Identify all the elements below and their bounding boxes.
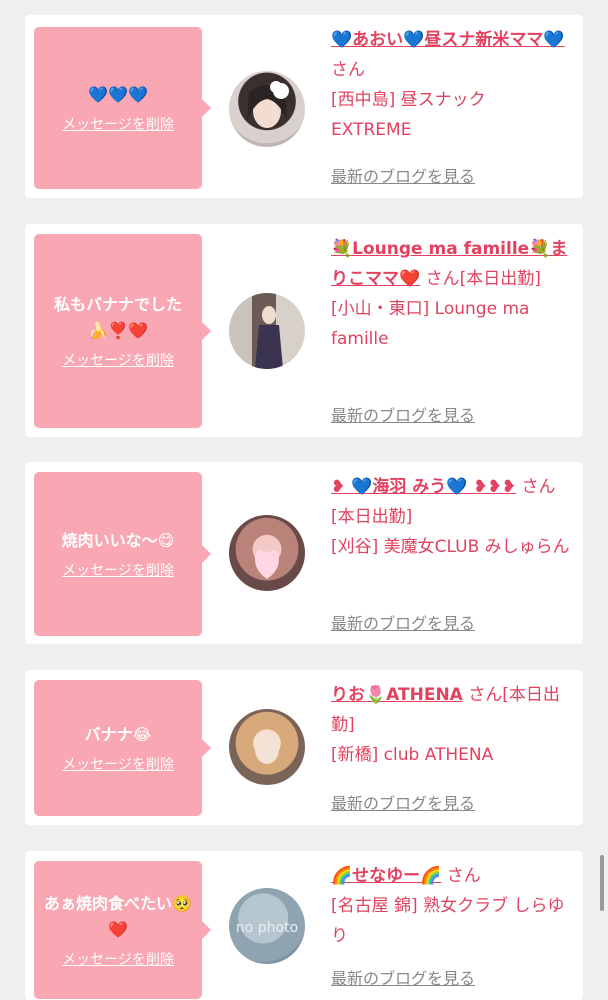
honorific: さん[本日出勤] [425, 269, 541, 289]
no-photo-text: no photo [235, 920, 299, 936]
honorific: さん [446, 866, 481, 886]
message-text: あぁ焼肉食べたい🥺❤️ [44, 894, 192, 939]
message-bubble: バナナ😂 メッセージを削除 [34, 680, 211, 816]
shop-area: [西中島] 昼スナック EXTREME [331, 90, 486, 140]
delete-message-link[interactable]: メッセージを削除 [62, 949, 174, 969]
avatar[interactable] [229, 293, 305, 369]
sender-info: 💙あおい💙昼スナ新米ママ💙 さん [西中島] 昼スナック EXTREME [331, 25, 571, 145]
avatar[interactable]: no photo [229, 888, 305, 964]
avatar[interactable] [229, 71, 305, 147]
sender-info: 🌈せなゆー🌈 さん [名古屋 錦] 熟女クラブ しらゆり [331, 861, 571, 951]
sender-info: 💐Lounge ma famille💐まりこママ❤️ さん[本日出勤] [小山・… [331, 234, 571, 354]
scrollbar[interactable] [600, 855, 604, 911]
blog-link[interactable]: 最新のブログを見る [331, 965, 475, 989]
honorific: さん [331, 60, 365, 80]
avatar-photo [247, 81, 289, 128]
avatar-photo [255, 550, 279, 579]
blog-link[interactable]: 最新のブログを見る [331, 402, 475, 426]
shop-area: [小山・東口] Lounge ma famille [331, 299, 530, 349]
sender-info: りお🌷ATHENA さん[本日出勤] [新橋] club ATHENA [331, 680, 571, 770]
shop-area: [刈谷] 美魔女CLUB みしゅらん [331, 537, 570, 557]
message-bubble: 私もバナナでした🍌❣️❤️ メッセージを削除 [34, 234, 211, 428]
sender-info: ❥ 💙海羽 みう💙 ❥❥❥ さん[本日出勤] [刈谷] 美魔女CLUB みしゅら… [331, 472, 571, 562]
shop-area: [名古屋 錦] 熟女クラブ しらゆり [331, 896, 565, 946]
avatar[interactable] [229, 709, 305, 785]
message-text: 💙💙💙 [88, 85, 148, 104]
delete-message-link[interactable]: メッセージを削除 [62, 114, 174, 134]
message-text: 焼肉いいな〜😋 [61, 531, 175, 550]
message-bubble: あぁ焼肉食べたい🥺❤️ メッセージを削除 [34, 861, 211, 999]
delete-message-link[interactable]: メッセージを削除 [62, 754, 174, 774]
blog-link[interactable]: 最新のブログを見る [331, 163, 475, 187]
sender-name-link[interactable]: りお🌷ATHENA [331, 685, 463, 705]
avatar-photo [255, 734, 279, 764]
blog-link[interactable]: 最新のブログを見る [331, 610, 475, 634]
delete-message-link[interactable]: メッセージを削除 [62, 560, 174, 580]
sender-name-link[interactable]: 🌈せなゆー🌈 [331, 866, 441, 886]
avatar-photo [255, 306, 283, 369]
shop-area: [新橋] club ATHENA [331, 745, 494, 765]
sender-name-link[interactable]: ❥ 💙海羽 みう💙 ❥❥❥ [331, 477, 516, 497]
message-card: 焼肉いいな〜😋 メッセージを削除 ❥ 💙海羽 みう💙 ❥❥❥ さん[本日出勤] … [25, 462, 583, 644]
message-card: 💙💙💙 メッセージを削除 💙あおい💙昼スナ新米ママ💙 さん [西中島] 昼スナッ… [25, 15, 583, 198]
message-bubble: 💙💙💙 メッセージを削除 [34, 27, 211, 189]
message-bubble: 焼肉いいな〜😋 メッセージを削除 [34, 472, 211, 636]
message-text: バナナ😂 [84, 725, 152, 744]
message-card: あぁ焼肉食べたい🥺❤️ メッセージを削除 no photo 🌈せなゆー🌈 さん … [25, 851, 583, 1000]
message-text: 私もバナナでした🍌❣️❤️ [53, 295, 182, 340]
sender-name-link[interactable]: 💙あおい💙昼スナ新米ママ💙 [331, 30, 565, 50]
blog-link[interactable]: 最新のブログを見る [331, 790, 475, 814]
message-card: 私もバナナでした🍌❣️❤️ メッセージを削除 💐Lounge ma famill… [25, 224, 583, 437]
delete-message-link[interactable]: メッセージを削除 [62, 350, 174, 370]
message-card: バナナ😂 メッセージを削除 りお🌷ATHENA さん[本日出勤] [新橋] cl… [25, 670, 583, 825]
avatar[interactable] [229, 515, 305, 591]
